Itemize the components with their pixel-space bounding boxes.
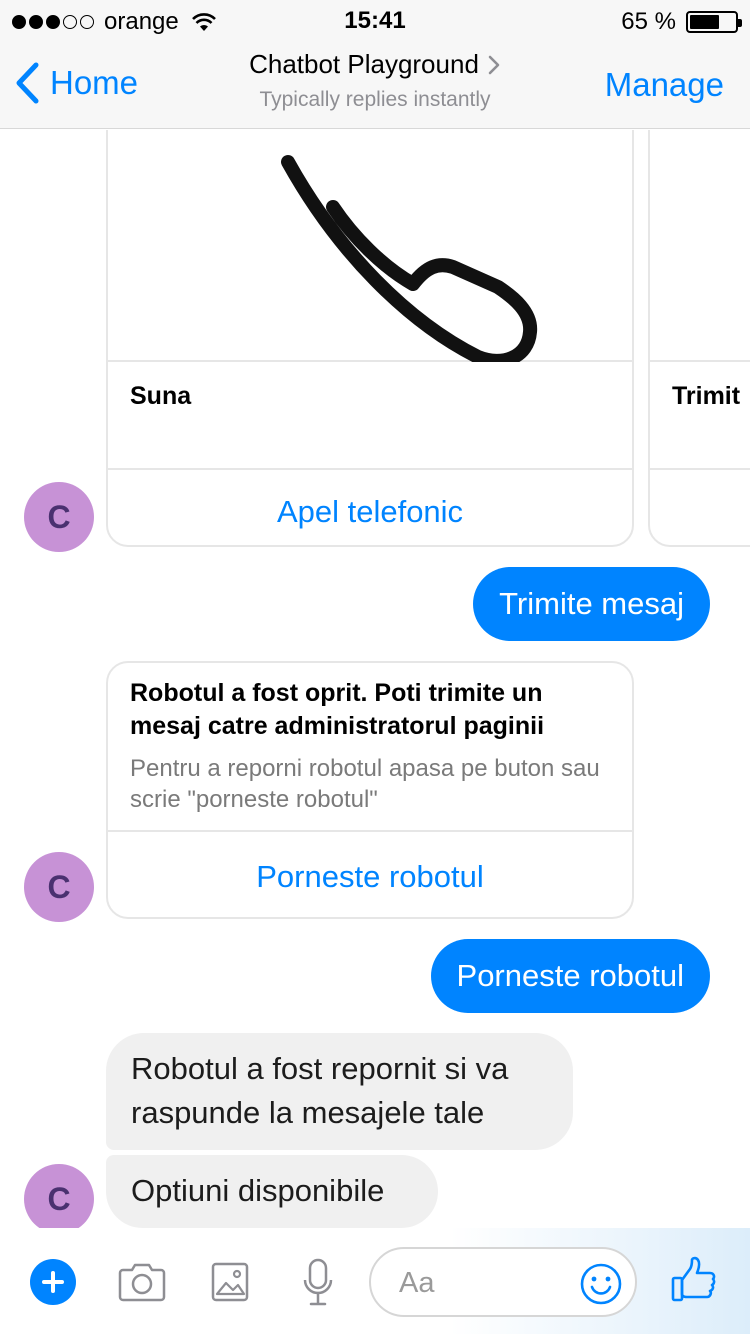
camera-icon[interactable] [118,1262,166,1302]
card-title: Suna [130,382,192,410]
manage-button[interactable]: Manage [605,66,724,104]
incoming-message[interactable]: Optiuni disponibile [106,1155,438,1228]
card-title: Robotul a fost oprit. Poti trimite un me… [130,679,545,740]
conversation-title-row: Chatbot Playground [249,49,501,80]
message-input-wrapper [369,1247,637,1317]
phone-icon [281,155,538,368]
robot-status-card: Robotul a fost oprit. Poti trimite un me… [106,661,634,919]
image-icon[interactable] [211,1262,249,1302]
battery-percentage: 65 % [621,8,676,35]
battery-icon [686,11,742,33]
card-divider [108,830,632,832]
card-divider [650,468,750,470]
card-subtitle: Pentru a reporni robotul apasa pe buton … [130,755,600,813]
card-title: Trimit [672,382,741,410]
outgoing-message[interactable]: Trimite mesaj [473,567,710,641]
carousel-card-call: Suna Apel telefonic [106,130,634,547]
smiley-icon[interactable] [579,1262,623,1306]
outgoing-message[interactable]: Porneste robotul [430,939,710,1013]
navigation-bar: Home Chatbot Playground Typically replie… [0,40,750,129]
status-right: 65 % [621,8,742,36]
message-text: Optiuni disponibile [131,1173,385,1208]
message-list[interactable]: Suna Apel telefonic Trimit C Trimite mes… [0,130,750,1228]
carousel-card-message[interactable]: Trimit [648,130,750,547]
plus-button[interactable] [30,1259,76,1305]
message-input[interactable] [399,1263,569,1303]
card-image [108,130,632,368]
composer-bar [0,1228,750,1334]
incoming-message[interactable]: Robotul a fost repornit si va raspunde l… [106,1033,573,1150]
avatar[interactable]: C [24,852,94,922]
thumbs-up-icon[interactable] [670,1256,718,1304]
message-line: Robotul a fost repornit si va [131,1051,509,1086]
chevron-right-icon [488,55,500,74]
card-image [650,130,750,362]
microphone-icon[interactable] [302,1258,334,1308]
restart-robot-button[interactable]: Porneste robotul [108,859,632,895]
conversation-title: Chatbot Playground [249,49,479,79]
call-button[interactable]: Apel telefonic [108,494,632,530]
card-divider [108,468,632,470]
message-line: raspunde la mesajele tale [131,1095,485,1130]
avatar[interactable]: C [24,482,94,552]
avatar[interactable]: C [24,1164,94,1228]
status-bar: orange 15:41 65 % [0,0,750,40]
plus-icon [42,1271,64,1293]
